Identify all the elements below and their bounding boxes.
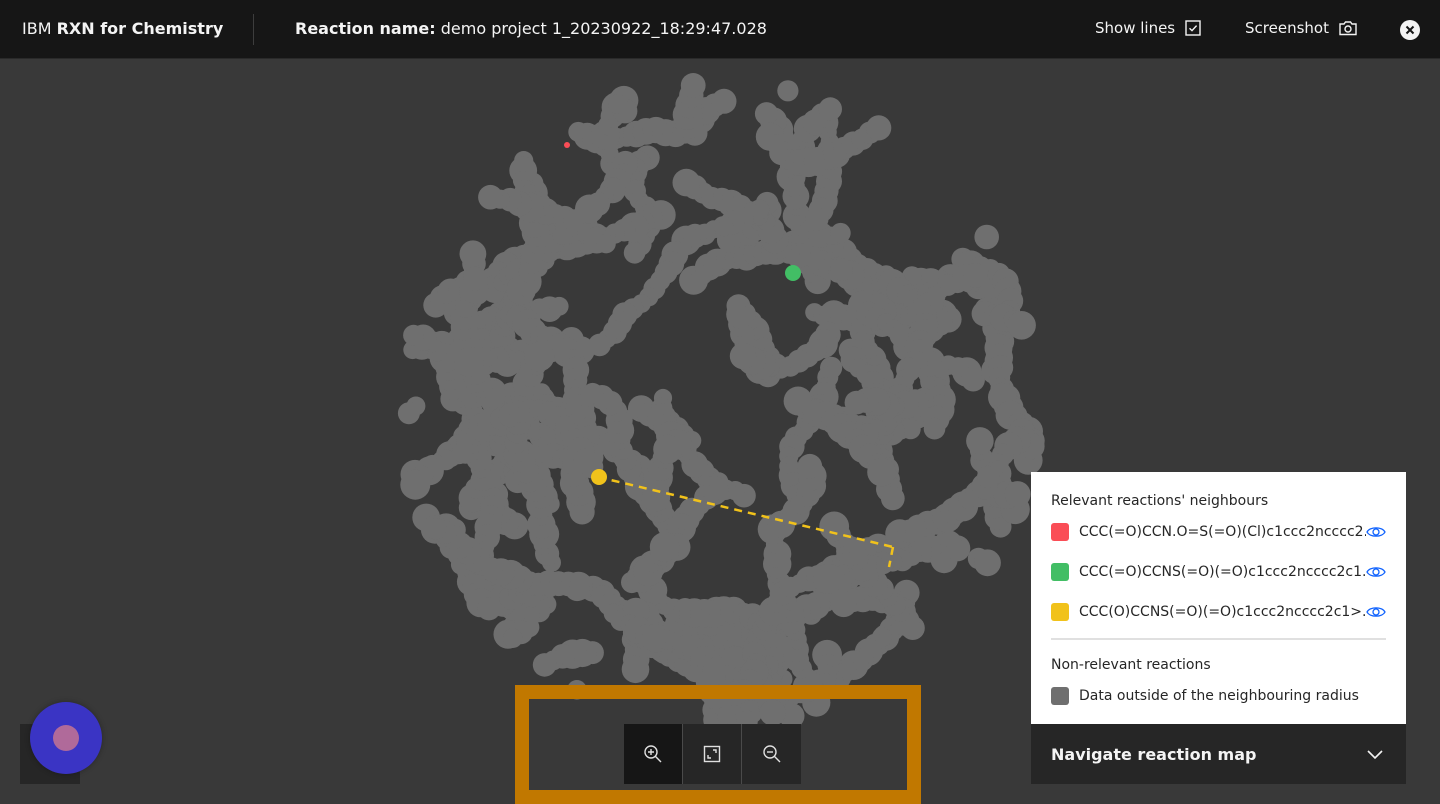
reaction-point [974,549,1001,577]
legend-item-label: CCC(O)CCNS(=O)(=O)c1ccc2ncccc2c1>... [1079,604,1366,620]
assistant-dot-icon [53,725,79,751]
reaction-point [400,469,431,500]
legend-swatch-green [1051,563,1069,581]
checkbox-checked-icon[interactable] [1185,20,1201,36]
reaction-point [524,341,555,372]
legend-item-label: CCC(=O)CCN.O=S(=O)(Cl)c1ccc2ncccc2... [1079,524,1366,540]
reaction-point [596,234,616,254]
screenshot-button[interactable]: Screenshot [1245,19,1357,37]
reaction-point [711,88,737,114]
legend-nonrelevant-heading: Non-relevant reactions [1051,657,1211,673]
reaction-point [477,597,501,621]
eye-icon[interactable] [1366,604,1386,620]
top-bar: IBM RXN for Chemistry Reaction name: dem… [0,0,1440,59]
reaction-point [819,511,850,542]
app-brand[interactable]: IBM RXN for Chemistry [22,19,223,38]
reaction-name-label: Reaction name: [295,19,436,38]
legend-item-label: Data outside of the neighbouring radius [1079,688,1359,704]
reaction-name: Reaction name: demo project 1_20230922_1… [295,19,767,38]
reaction-point [866,115,892,141]
camera-icon [1339,20,1357,36]
brand-name: RXN for Chemistry [56,19,224,38]
legend-divider [1051,638,1386,640]
fit-to-screen-icon [703,745,721,763]
eye-icon[interactable] [1366,564,1386,580]
header-divider [253,14,254,45]
reaction-point [680,73,706,98]
reaction-point [1007,311,1036,340]
legend-item-label: CCC(=O)CCNS(=O)(=O)c1ccc2ncccc2c1... [1079,564,1366,580]
reaction-name-value: demo project 1_20230922_18:29:47.028 [440,19,767,38]
reaction-point [403,324,424,346]
assistant-button[interactable] [30,702,102,774]
zoom-out-button[interactable] [742,724,801,784]
legend-item: Data outside of the neighbouring radius [1051,676,1386,716]
reaction-point [830,590,857,618]
fit-screen-button[interactable] [683,724,742,784]
show-lines-toggle[interactable]: Show lines [1095,19,1201,37]
legend-swatch-gray [1051,687,1069,705]
reaction-point [754,102,779,126]
reaction-point [729,342,757,370]
zoom-out-icon [762,745,780,763]
reaction-point [575,194,604,224]
zoom-in-icon [644,745,662,763]
reaction-point [797,453,823,479]
reaction-point [923,417,946,440]
reaction-cloud [397,73,1045,734]
reaction-point [966,427,994,455]
reaction-point [867,457,896,487]
legend-panel: Relevant reactions' neighbours CCC(=O)CC… [1031,472,1406,724]
legend-swatch-yellow [1051,603,1069,621]
reaction-point [974,224,999,250]
reaction-point [830,222,851,244]
reaction-point [653,434,683,464]
reaction-point [777,80,799,102]
reaction-point [463,266,488,291]
eye-icon[interactable] [1366,524,1386,540]
reaction-point [672,168,701,197]
reaction-point [963,263,988,288]
legend-item: CCC(=O)CCN.O=S(=O)(Cl)c1ccc2ncccc2... [1051,512,1386,552]
legend-relevant-heading: Relevant reactions' neighbours [1051,493,1269,509]
legend-swatch-red [1051,523,1069,541]
legend-item: CCC(=O)CCNS(=O)(=O)c1ccc2ncccc2c1... [1051,552,1386,592]
zoom-in-button[interactable] [624,724,683,784]
navigate-reaction-map-accordion[interactable]: Navigate reaction map [1031,724,1406,784]
green-marker[interactable] [785,265,801,281]
reaction-point [424,517,447,540]
show-lines-label: Show lines [1095,19,1176,37]
reaction-point [977,465,1000,489]
screenshot-label: Screenshot [1245,19,1329,37]
chevron-down-icon [1367,750,1383,760]
zoom-controls [624,724,801,784]
reaction-point [621,655,650,684]
reaction-point [588,333,611,357]
yellow-marker[interactable] [591,469,607,485]
reaction-point [459,240,487,268]
reaction-point [454,347,484,377]
navigate-label: Navigate reaction map [1051,744,1257,764]
reaction-point [880,486,905,511]
reaction-point [830,258,853,281]
close-icon [1405,25,1415,35]
reaction-point [397,402,420,425]
legend-relevant-list: CCC(=O)CCN.O=S(=O)(Cl)c1ccc2ncccc2... CC… [1051,512,1386,632]
reaction-point [532,653,557,677]
reaction-point [503,628,523,648]
reaction-point [818,97,842,121]
reaction-point [726,295,746,315]
reaction-point [844,390,869,415]
close-button[interactable] [1400,20,1420,40]
reaction-point [623,242,646,264]
reaction-point [608,94,628,114]
legend-item: CCC(O)CCNS(=O)(=O)c1ccc2ncccc2c1>... [1051,592,1386,632]
brand-prefix: IBM [22,19,52,38]
red-marker[interactable] [564,142,570,148]
reaction-point [649,532,680,562]
reaction-point [813,563,844,594]
reaction-point [1004,481,1031,508]
reaction-point [804,207,829,231]
reaction-point [478,184,503,210]
